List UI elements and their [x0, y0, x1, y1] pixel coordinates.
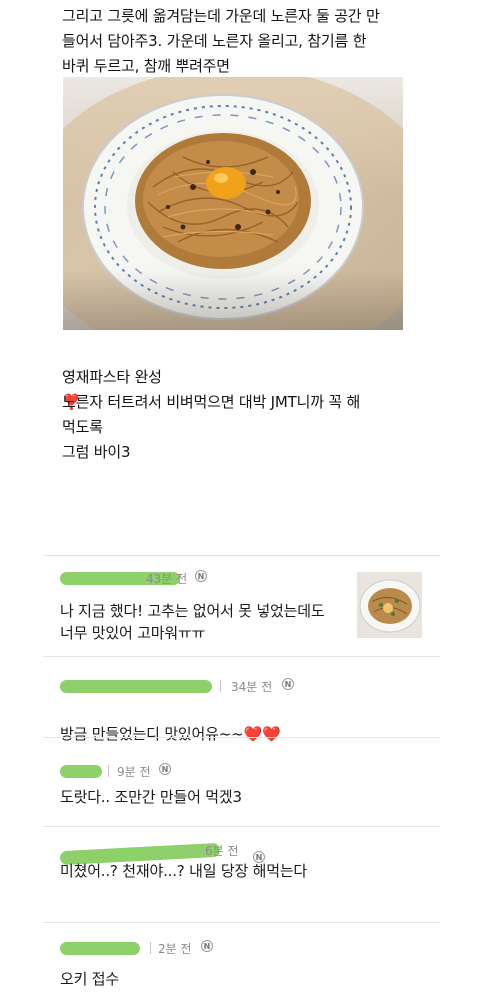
comment-photo-thumbnail[interactable]	[357, 572, 422, 638]
author-nickname-redacted[interactable]	[60, 942, 140, 955]
comment-body: 오키 접수	[60, 970, 119, 988]
meta-divider	[108, 765, 109, 777]
new-badge-icon: N	[282, 678, 294, 690]
comment-item: 9분 전 N 도랏다.. 조만간 만들어 먹겠3	[43, 737, 440, 826]
comment-item: 2분 전 N 오키 접수	[43, 922, 440, 993]
comment-body: 나 지금 했다! 고추는 없어서 못 넣었는데도 너무 맛있어 고마워ㅠㅠ	[60, 602, 325, 642]
meta-divider	[220, 680, 221, 692]
comment-item: 34분 전 N 방금 만들었는디 맛있어유~~❤️❤️	[43, 656, 440, 743]
finish-label: 영재파스타 완성	[62, 368, 162, 386]
post-text-outro: 노른자 터트려서 비벼먹으면 대박 JMT니까 꼭 해 먹도록 그럼 바이3	[62, 393, 361, 461]
comment-time: 34분 전	[231, 680, 273, 694]
comment-body: 도랏다.. 조만간 만들어 먹겠3	[60, 788, 242, 806]
new-badge-icon: N	[159, 763, 171, 775]
author-nickname-redacted[interactable]	[60, 680, 212, 693]
comment-item: 6분 전 N 미쳤어..? 천재야...? 내일 당장 해먹는다	[43, 826, 440, 922]
comment-time: 9분 전	[117, 765, 151, 779]
meta-divider	[150, 942, 151, 954]
comment-item: 43분 전 N 나 지금 했다! 고추는 없어서 못 넣었는데도 너무 맛있어 …	[43, 555, 440, 656]
new-badge-icon: N	[201, 940, 213, 952]
post-text-intro: 그리고 그릇에 옮겨담는데 가운데 노른자 둘 공간 만 들어서 담아주3. 가…	[62, 7, 380, 75]
comment-time: 2분 전	[158, 942, 192, 956]
author-nickname-redacted[interactable]	[60, 765, 102, 778]
comment-time: 43분 전	[146, 572, 188, 586]
pasta-photo	[63, 77, 403, 330]
comment-body: 미쳤어..? 천재야...? 내일 당장 해먹는다	[60, 862, 308, 880]
new-badge-icon: N	[195, 570, 207, 582]
comment-time: 6분 전	[205, 844, 239, 858]
